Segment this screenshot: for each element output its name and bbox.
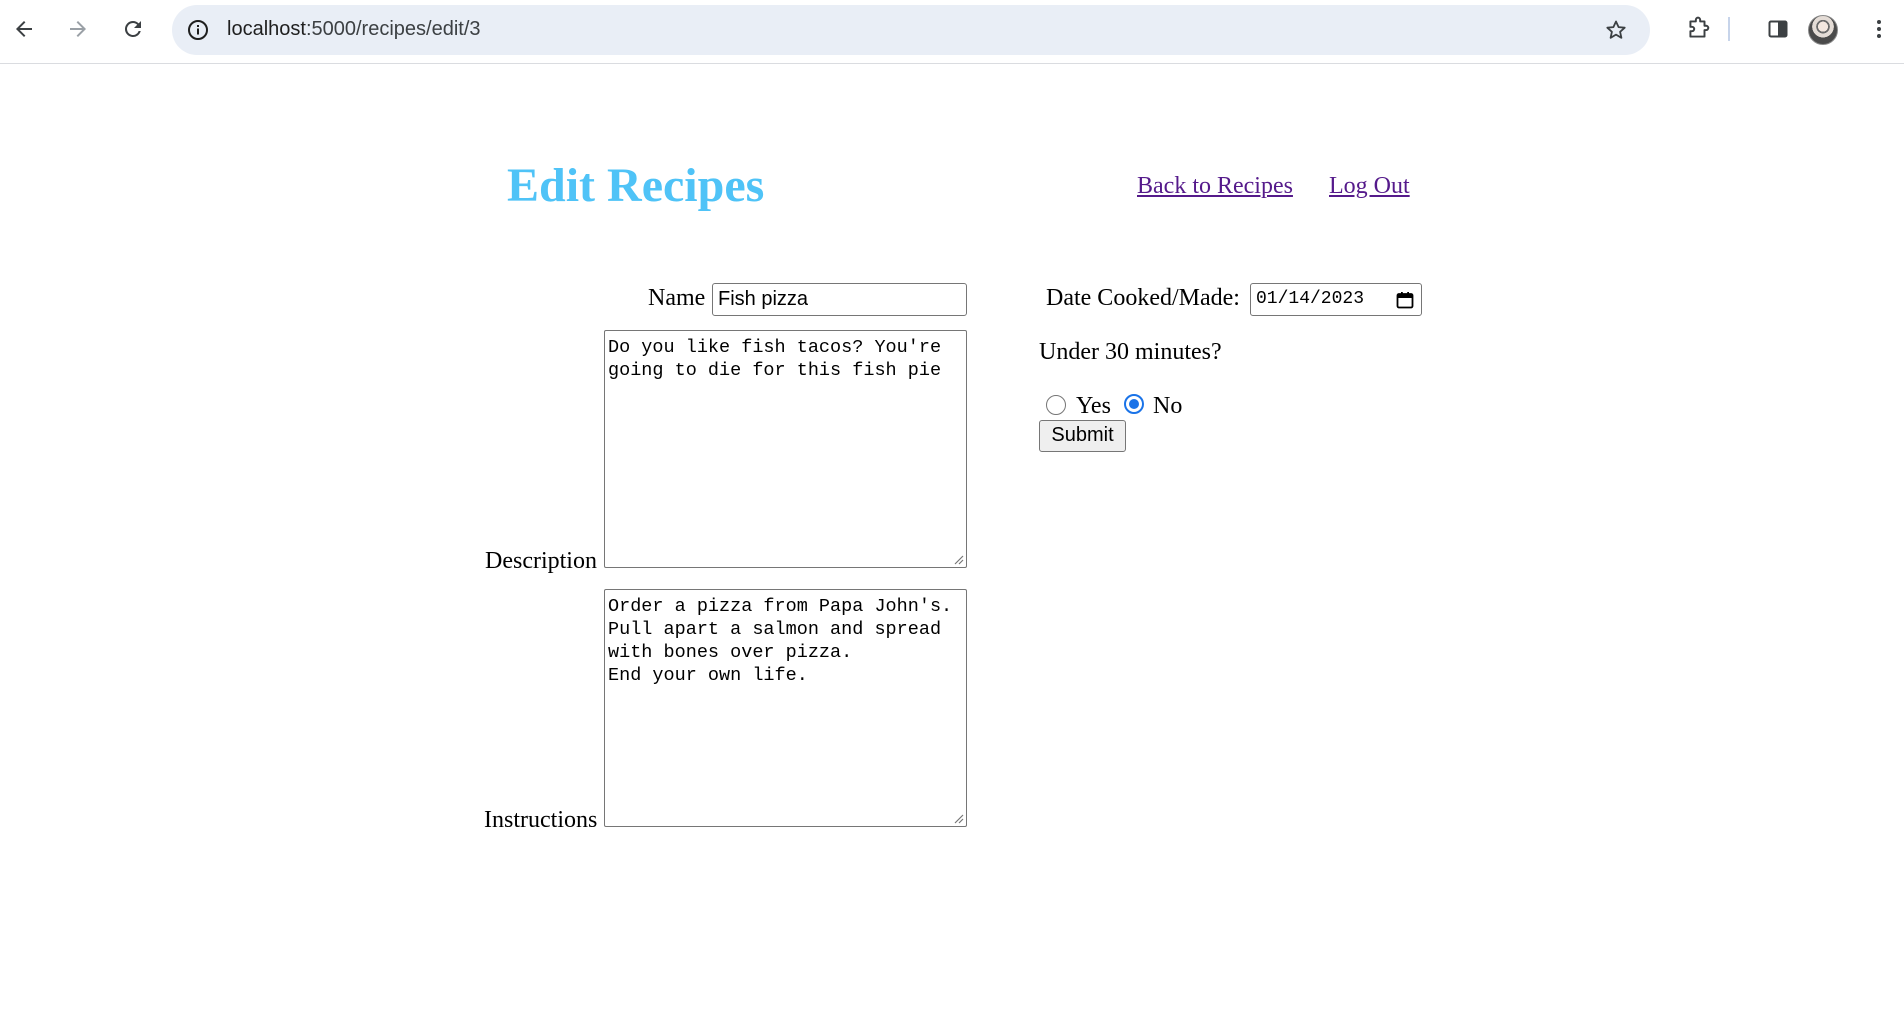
log-out-link[interactable]: Log Out — [1329, 171, 1410, 201]
side-panel-icon[interactable] — [1762, 13, 1794, 45]
instructions-label: Instructions — [484, 807, 598, 833]
description-line: Do you like fish tacos? You're — [608, 337, 942, 358]
instructions-line: Pull apart a salmon and spread — [608, 619, 942, 640]
bookmark-star-icon[interactable] — [1603, 17, 1629, 43]
forward-button[interactable] — [61, 12, 95, 46]
forward-arrow-icon — [70, 21, 86, 37]
page-title: Edit Recipes — [507, 159, 765, 212]
name-input[interactable]: Fish pizza — [712, 283, 967, 316]
instructions-line: Order a pizza from Papa John's. — [608, 596, 953, 617]
address-bar[interactable]: localhost:5000/recipes/edit/3 — [172, 5, 1650, 55]
site-info-icon[interactable] — [182, 14, 214, 46]
reload-button[interactable] — [116, 12, 150, 46]
back-to-recipes-link[interactable]: Back to Recipes — [1137, 171, 1293, 201]
menu-kebab-icon[interactable] — [1863, 13, 1895, 45]
radio-yes[interactable] — [1046, 395, 1066, 415]
url-host: localhost — [227, 18, 306, 40]
description-label: Description — [485, 548, 597, 574]
toolbar-divider — [1728, 17, 1730, 41]
radio-yes-label[interactable]: Yes — [1076, 392, 1111, 420]
back-button[interactable] — [7, 12, 41, 46]
description-textarea[interactable]: Do you like fish tacos? You're going to … — [604, 330, 967, 568]
description-line: going to die for this fish pie — [608, 360, 942, 381]
calendar-icon[interactable] — [1395, 290, 1415, 310]
instructions-line: End your own life. — [608, 665, 808, 686]
radio-no[interactable] — [1124, 394, 1144, 414]
under-30-question: Under 30 minutes? — [1039, 339, 1222, 365]
reload-icon — [124, 20, 141, 37]
browser-toolbar: localhost:5000/recipes/edit/3 — [0, 0, 1904, 64]
resize-handle-icon[interactable] — [952, 812, 964, 824]
date-label: Date Cooked/Made: — [1046, 285, 1240, 311]
url-path: :5000/recipes/edit/3 — [305, 18, 481, 40]
radio-no-label[interactable]: No — [1153, 392, 1182, 420]
profile-avatar[interactable] — [1808, 15, 1838, 45]
url-text[interactable]: localhost:5000/recipes/edit/3 — [227, 18, 481, 41]
extensions-puzzle-icon[interactable] — [1682, 13, 1714, 45]
instructions-textarea[interactable]: Order a pizza from Papa John's. Pull apa… — [604, 589, 967, 827]
instructions-line: with bones over pizza. — [608, 642, 853, 663]
name-label: Name — [648, 285, 706, 311]
submit-button[interactable]: Submit — [1039, 420, 1126, 452]
resize-handle-icon[interactable] — [952, 553, 964, 565]
back-arrow-icon — [16, 21, 32, 37]
date-input[interactable]: 01/14/2023 — [1250, 283, 1422, 316]
date-value: 01/14/2023 — [1256, 289, 1365, 309]
